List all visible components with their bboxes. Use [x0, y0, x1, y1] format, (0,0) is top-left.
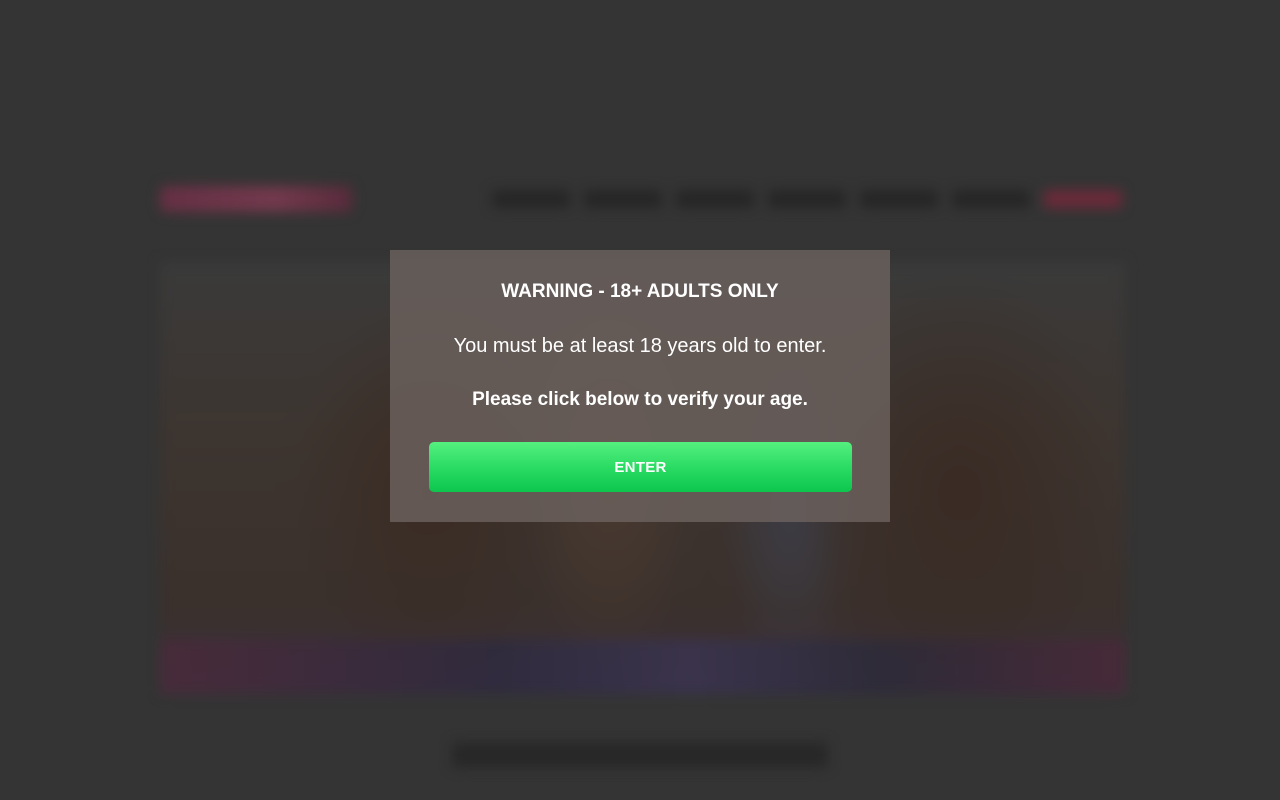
site-nav — [492, 190, 1122, 210]
age-verification-modal: WARNING - 18+ ADULTS ONLY You must be at… — [390, 250, 890, 522]
hero-image-footer — [160, 640, 1125, 694]
verify-instruction: Please click below to verify your age. — [472, 389, 808, 410]
nav-item — [768, 190, 846, 208]
nav-item — [676, 190, 754, 208]
enter-button[interactable]: ENTER — [429, 442, 852, 492]
nav-item — [584, 190, 662, 208]
site-logo — [160, 186, 352, 212]
nav-item-highlight — [1044, 190, 1122, 208]
age-requirement-text: You must be at least 18 years old to ent… — [453, 335, 827, 357]
nav-item — [860, 190, 938, 208]
modal-title: WARNING - 18+ ADULTS ONLY — [501, 281, 779, 302]
hero-caption — [452, 742, 828, 768]
nav-item — [952, 190, 1030, 208]
nav-item — [492, 190, 570, 208]
